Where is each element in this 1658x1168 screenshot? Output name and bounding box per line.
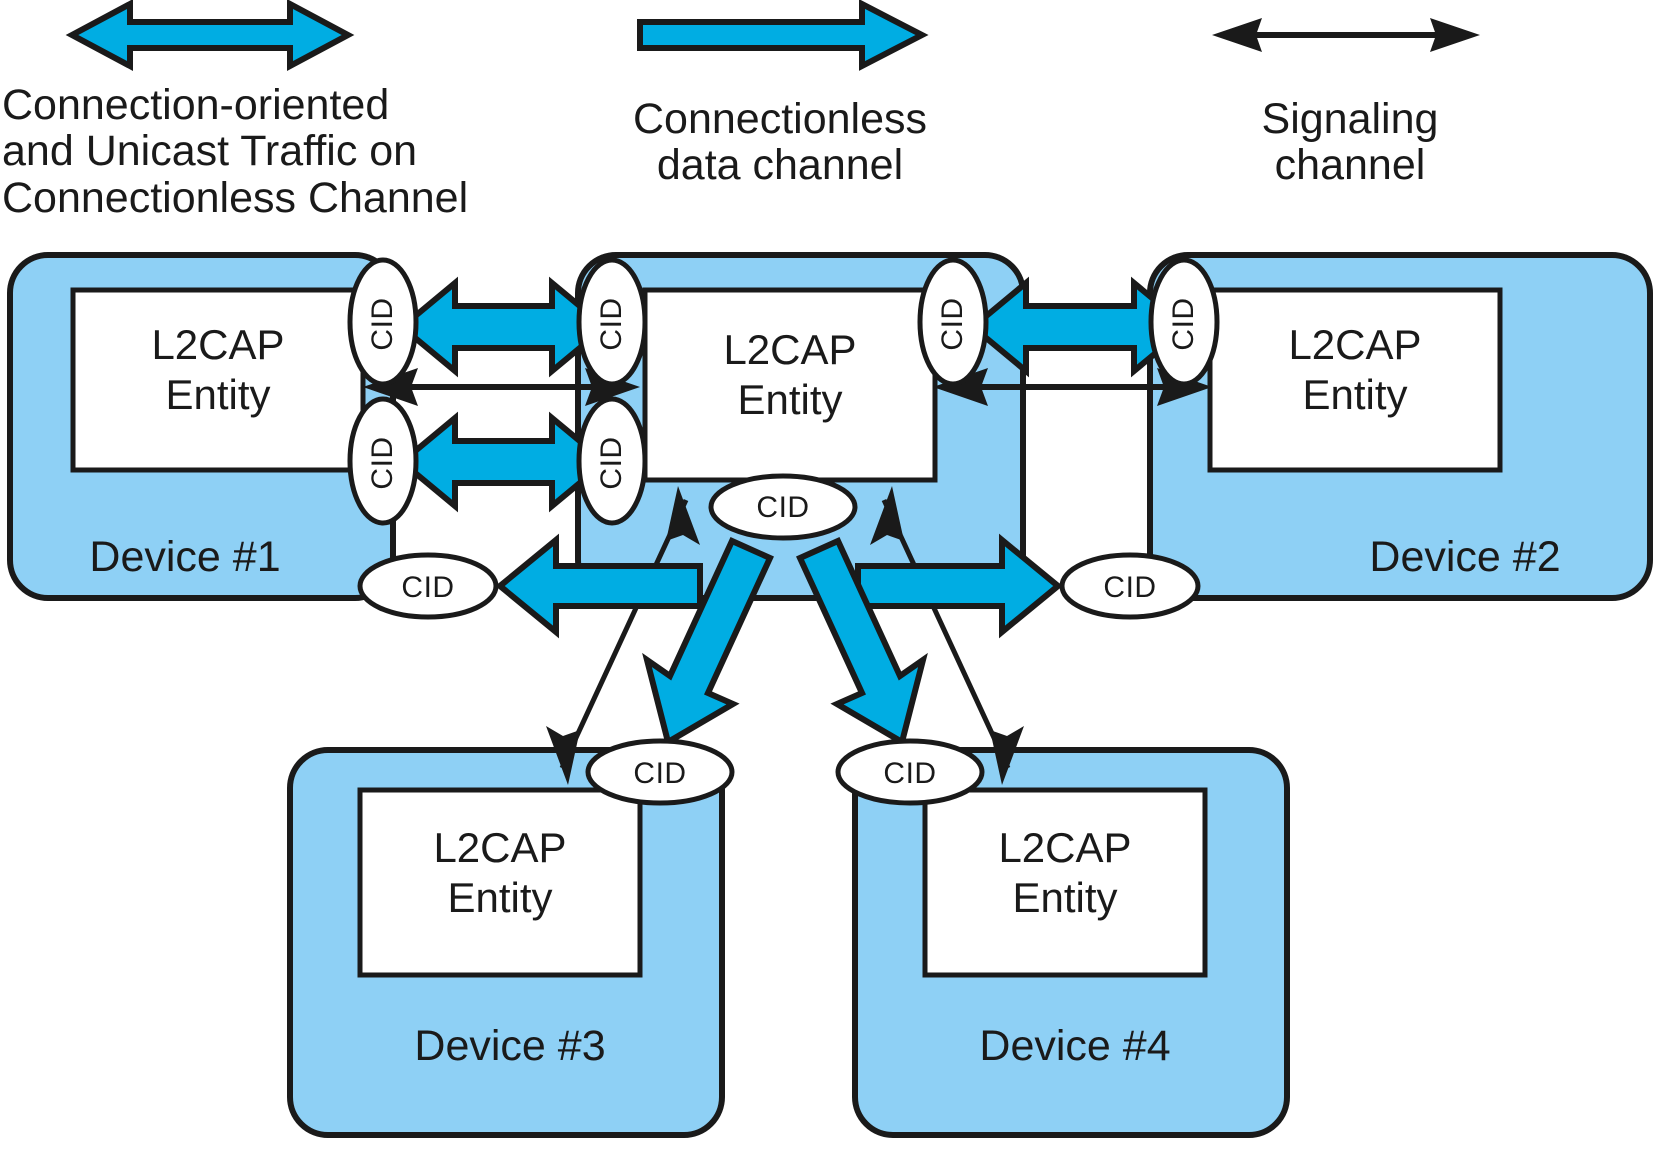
cid-label-center-right: CID bbox=[936, 297, 969, 351]
cid-label-d2-left: CID bbox=[1167, 297, 1200, 351]
legend-arrow-connection-oriented bbox=[65, 0, 355, 72]
cid-label-center-broadcast: CID bbox=[756, 491, 810, 524]
cid-label-d1-broadcast: CID bbox=[401, 571, 455, 604]
cid-label-d1-lower: CID bbox=[366, 436, 399, 490]
cid-label-d3-broadcast: CID bbox=[633, 757, 687, 790]
device-3-name: Device #3 bbox=[414, 1022, 606, 1070]
cid-label-d1-upper: CID bbox=[366, 297, 399, 351]
device-1-name: Device #1 bbox=[89, 533, 281, 581]
cid-label-d4-broadcast: CID bbox=[883, 757, 937, 790]
device-center-entity-label: L2CAP Entity bbox=[723, 326, 857, 423]
cid-label-center-lower: CID bbox=[595, 436, 628, 490]
device-4-entity-label: L2CAP Entity bbox=[998, 824, 1132, 921]
cid-label-d2-broadcast: CID bbox=[1103, 571, 1157, 604]
diagram-canvas: Connection-oriented and Unicast Traffic … bbox=[0, 0, 1658, 1168]
legend-arrow-connectionless bbox=[637, 0, 929, 71]
legend-label-signaling: Signaling channel bbox=[1261, 95, 1439, 190]
device-1-entity-label: L2CAP Entity bbox=[151, 321, 285, 418]
co-arrow-d1-center-lower[interactable] bbox=[397, 411, 610, 513]
cid-label-center-upper: CID bbox=[595, 297, 628, 351]
co-arrow-d1-center-upper[interactable] bbox=[397, 276, 610, 378]
legend-arrow-signaling bbox=[1212, 18, 1480, 52]
device-2-entity-label: L2CAP Entity bbox=[1288, 321, 1422, 418]
legend-label-connectionless: Connectionless data channel bbox=[632, 95, 927, 190]
device-4-name: Device #4 bbox=[979, 1022, 1171, 1070]
legend-label-connection-oriented: Connection-oriented and Unicast Traffic … bbox=[2, 81, 469, 222]
device-2-name: Device #2 bbox=[1369, 533, 1561, 581]
device-3-entity-label: L2CAP Entity bbox=[433, 824, 567, 921]
